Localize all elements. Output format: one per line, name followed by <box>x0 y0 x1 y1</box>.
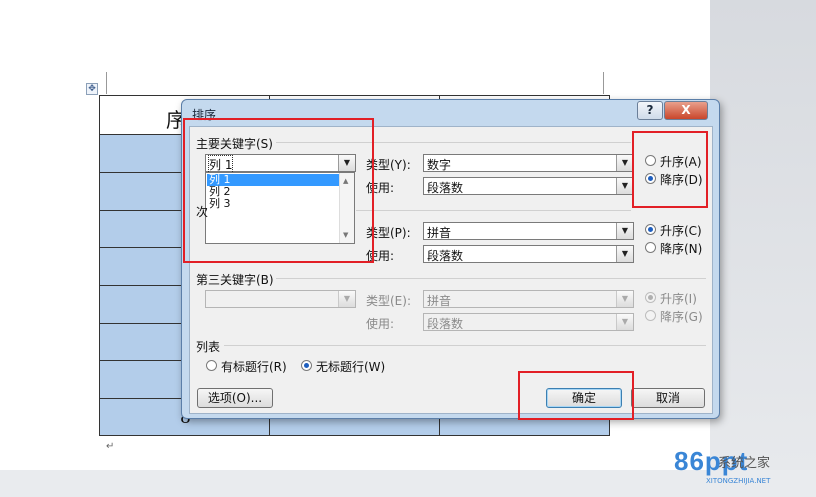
no-header-radio[interactable] <box>301 360 312 371</box>
primary-use-value: 段落数 <box>427 181 464 195</box>
table-move-handle-icon[interactable]: ✥ <box>86 83 98 95</box>
secondary-type-value: 拼音 <box>427 226 452 240</box>
chevron-down-icon[interactable]: ▼ <box>616 155 633 171</box>
tertiary-type-select[interactable]: 拼音 ▼ <box>423 290 634 308</box>
secondary-type-select[interactable]: 拼音 ▼ <box>423 222 634 240</box>
tertiary-type-value: 拼音 <box>427 294 452 308</box>
tertiary-asc-label[interactable]: 升序(I) <box>660 290 697 307</box>
tertiary-desc-radio[interactable] <box>645 310 656 321</box>
with-header-label[interactable]: 有标题行(R) <box>221 358 287 375</box>
watermark-overlay-text: 系统之家 <box>718 456 771 471</box>
chevron-down-icon[interactable]: ▼ <box>616 314 633 330</box>
margin-mark-left <box>106 72 107 94</box>
tertiary-key-label: 第三关键字(B) <box>196 273 274 287</box>
group-divider <box>276 278 706 279</box>
paragraph-mark: ↵ <box>106 441 115 452</box>
workspace-background <box>710 0 816 497</box>
highlight-primary-key-box <box>183 118 374 263</box>
watermark-url: XITONGZHIJIA.NET <box>706 477 771 485</box>
chevron-down-icon[interactable]: ▼ <box>616 223 633 239</box>
highlight-order-box <box>632 131 708 208</box>
primary-type-select[interactable]: 数字 ▼ <box>423 154 634 172</box>
secondary-asc-label[interactable]: 升序(C) <box>660 222 702 239</box>
secondary-desc-radio[interactable] <box>645 242 656 253</box>
watermark-logo: 86ppt 系统之家 XITONGZHIJIA.NET <box>646 446 806 490</box>
tertiary-type-label: 类型(E): <box>366 294 411 308</box>
tertiary-asc-radio[interactable] <box>645 292 656 303</box>
highlight-ok-box <box>518 371 634 420</box>
close-button[interactable]: X <box>664 101 708 120</box>
chevron-down-icon[interactable]: ▼ <box>616 246 633 262</box>
help-button[interactable]: ? <box>637 101 663 120</box>
tertiary-key-select[interactable]: ▼ <box>205 290 356 308</box>
group-divider <box>356 210 631 211</box>
secondary-use-select[interactable]: 段落数 ▼ <box>423 245 634 263</box>
with-header-radio[interactable] <box>206 360 217 371</box>
secondary-use-value: 段落数 <box>427 249 464 263</box>
tertiary-use-label: 使用: <box>366 317 395 331</box>
chevron-down-icon[interactable]: ▼ <box>616 291 633 307</box>
tertiary-use-value: 段落数 <box>427 317 464 331</box>
margin-mark-right <box>603 72 604 94</box>
options-button[interactable]: 选项(O)... <box>197 388 273 408</box>
no-header-label[interactable]: 无标题行(W) <box>316 358 385 375</box>
list-section-label: 列表 <box>196 340 221 354</box>
primary-use-select[interactable]: 段落数 ▼ <box>423 177 634 195</box>
chevron-down-icon[interactable]: ▼ <box>616 178 633 194</box>
tertiary-desc-label[interactable]: 降序(G) <box>660 308 703 325</box>
cancel-button[interactable]: 取消 <box>631 388 705 408</box>
chevron-down-icon[interactable]: ▼ <box>338 291 355 307</box>
group-divider <box>224 345 706 346</box>
tertiary-use-select[interactable]: 段落数 ▼ <box>423 313 634 331</box>
secondary-desc-label[interactable]: 降序(N) <box>660 240 702 257</box>
primary-type-value: 数字 <box>427 158 452 172</box>
secondary-asc-radio[interactable] <box>645 224 656 235</box>
